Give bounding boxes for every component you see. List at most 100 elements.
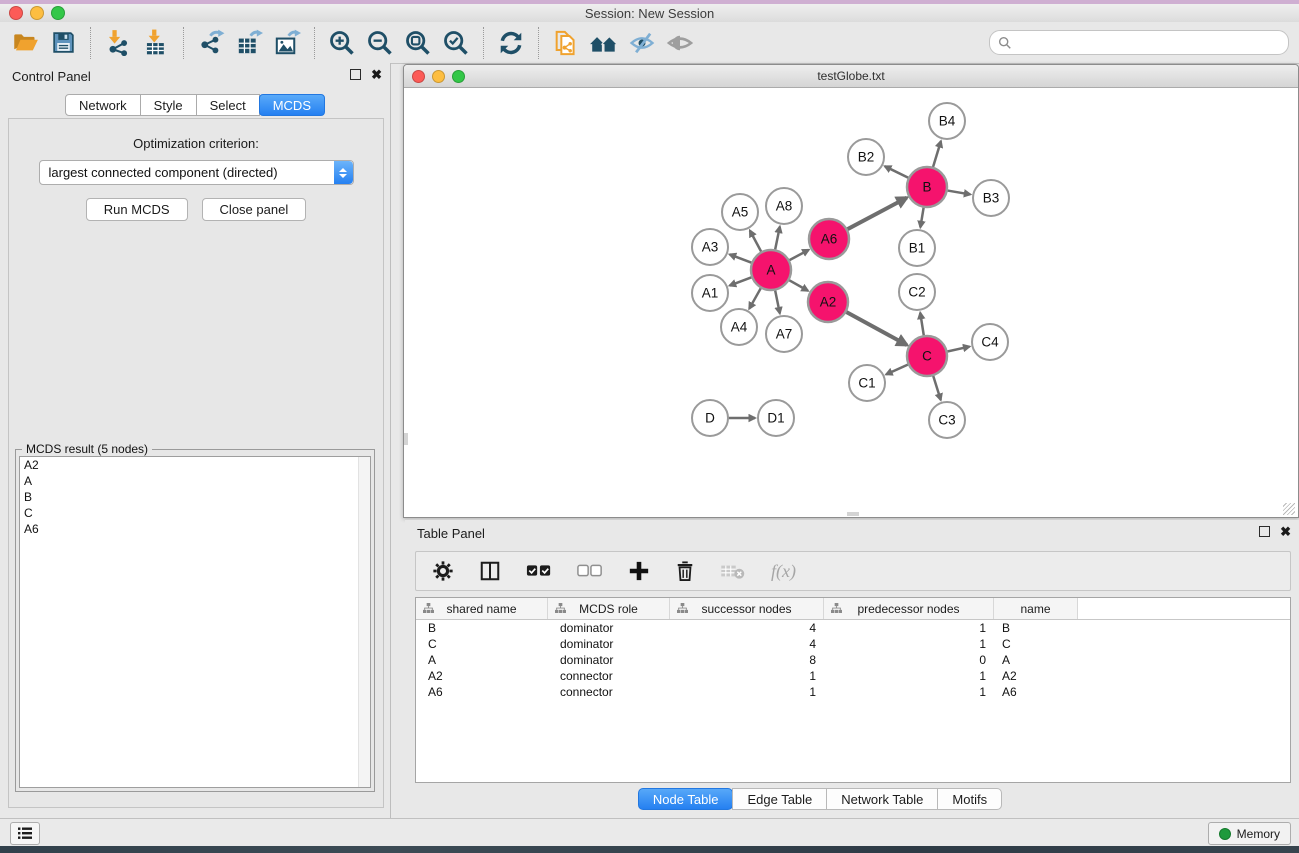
edge-B-B4[interactable] (932, 141, 941, 170)
deselect-all-columns-button[interactable] (577, 564, 603, 578)
edge-A-A2[interactable] (787, 279, 808, 291)
table-panel-header: Table Panel ✖ (405, 520, 1299, 547)
edge-C-C1[interactable] (886, 363, 910, 374)
search-field[interactable] (989, 30, 1289, 55)
edge-A2-C[interactable] (844, 311, 907, 345)
float-panel-icon[interactable] (350, 69, 361, 80)
search-icon (998, 36, 1012, 50)
column-header-predecessor-nodes[interactable]: predecessor nodes (824, 598, 994, 619)
task-history-button[interactable] (10, 822, 40, 845)
tab-mcds[interactable]: MCDS (259, 94, 325, 116)
desktop-strip-bottom (0, 846, 1299, 853)
node-label-C4: C4 (981, 335, 999, 350)
hide-graphics-button[interactable] (623, 26, 661, 60)
column-header-successor-nodes[interactable]: successor nodes (670, 598, 824, 619)
table-row[interactable]: Cdominator41C (416, 636, 1290, 652)
search-input[interactable] (1012, 33, 1288, 53)
close-panel-icon[interactable]: ✖ (371, 69, 382, 80)
tab-network[interactable]: Network (65, 94, 141, 116)
edge-B-B3[interactable] (945, 190, 971, 194)
edge-A-A4[interactable] (749, 286, 762, 309)
optimization-criterion-label: Optimization criterion: (9, 136, 383, 151)
vertical-scroll-indicator[interactable] (404, 433, 408, 445)
result-item[interactable]: A2 (20, 457, 370, 473)
result-item[interactable]: C (20, 505, 370, 521)
tab-motifs[interactable]: Motifs (937, 788, 1002, 810)
export-image-button[interactable] (268, 26, 306, 60)
edge-A-A1[interactable] (730, 276, 755, 285)
edge-C-C3[interactable] (932, 373, 940, 400)
control-panel: Control Panel ✖ NetworkStyleSelectMCDS O… (0, 63, 391, 818)
edge-C-C4[interactable] (945, 347, 970, 353)
edge-B-B2[interactable] (885, 166, 911, 179)
node-label-A6: A6 (821, 232, 838, 247)
home-button[interactable] (585, 26, 623, 60)
tab-style[interactable]: Style (140, 94, 197, 116)
table-row[interactable]: A6connector11A6 (416, 684, 1290, 700)
import-network-button[interactable] (99, 26, 137, 60)
function-builder-button[interactable]: f(x) (771, 561, 796, 582)
resize-grip-icon[interactable] (1283, 503, 1295, 515)
cell-MCDS-role: connector (548, 685, 670, 699)
column-header-name[interactable]: name (994, 598, 1078, 619)
table-row[interactable]: A2connector11A2 (416, 668, 1290, 684)
create-column-button[interactable] (628, 560, 650, 582)
run-mcds-button[interactable]: Run MCDS (86, 198, 188, 221)
edge-A-A6[interactable] (787, 250, 809, 262)
result-item[interactable]: A (20, 473, 370, 489)
save-session-button[interactable] (44, 26, 82, 60)
zoom-fit-button[interactable] (399, 26, 437, 60)
tab-network-table[interactable]: Network Table (826, 788, 938, 810)
app-title: Session: New Session (0, 6, 1299, 21)
zoom-selected-icon (442, 29, 470, 57)
close-panel-button[interactable]: Close panel (202, 198, 307, 221)
delete-column-icon (675, 560, 695, 582)
column-header-label: MCDS role (579, 602, 638, 616)
select-all-checkbox-icon (526, 564, 552, 578)
table-row[interactable]: Adominator80A (416, 652, 1290, 668)
memory-button[interactable]: Memory (1208, 822, 1291, 845)
node-label-C: C (922, 349, 932, 364)
duplicate-network-button[interactable] (547, 26, 585, 60)
float-table-panel-icon[interactable] (1259, 526, 1270, 537)
zoom-out-button[interactable] (361, 26, 399, 60)
close-table-panel-icon[interactable]: ✖ (1280, 526, 1291, 537)
table-body: Bdominator41BCdominator41CAdominator80AA… (416, 620, 1290, 700)
import-table-button[interactable] (137, 26, 175, 60)
deselect-all-checkbox-icon (577, 564, 603, 578)
edge-A6-B[interactable] (845, 198, 907, 231)
edge-A-A5[interactable] (750, 231, 763, 255)
column-layout-button[interactable] (479, 560, 501, 582)
tab-edge-table[interactable]: Edge Table (732, 788, 827, 810)
edge-B-B1[interactable] (920, 205, 924, 228)
delete-column-button[interactable] (675, 560, 695, 582)
column-header-shared-name[interactable]: shared name (416, 598, 548, 619)
show-graphics-button[interactable] (661, 26, 699, 60)
cell-successor-nodes: 4 (670, 637, 824, 651)
result-list-scrollbar[interactable] (358, 457, 370, 787)
edge-C-C2[interactable] (920, 313, 924, 338)
result-item[interactable]: B (20, 489, 370, 505)
tab-node-table[interactable]: Node Table (638, 788, 734, 810)
table-row[interactable]: Bdominator41B (416, 620, 1290, 636)
edge-A-A3[interactable] (730, 254, 755, 263)
zoom-in-button[interactable] (323, 26, 361, 60)
refresh-button[interactable] (492, 26, 530, 60)
zoom-selected-button[interactable] (437, 26, 475, 60)
edge-A-A7[interactable] (775, 288, 780, 314)
select-all-columns-button[interactable] (526, 564, 552, 578)
criterion-dropdown[interactable]: largest connected component (directed) (39, 160, 354, 185)
table-settings-button[interactable] (432, 560, 454, 582)
export-network-button[interactable] (192, 26, 230, 60)
edge-A-A8[interactable] (775, 227, 780, 253)
network-canvas[interactable]: B4B2BB3A5A8A6A3B1AA1C2A2A4A7C4CC1DD1C3 (404, 88, 1296, 516)
node-label-A3: A3 (702, 240, 719, 255)
open-session-button[interactable] (6, 26, 44, 60)
delete-table-button[interactable] (720, 562, 746, 580)
export-table-button[interactable] (230, 26, 268, 60)
column-header-MCDS-role[interactable]: MCDS role (548, 598, 670, 619)
result-item[interactable]: A6 (20, 521, 370, 537)
horizontal-scroll-indicator[interactable] (847, 512, 859, 516)
tab-select[interactable]: Select (196, 94, 260, 116)
cell-name: C (994, 637, 1078, 651)
